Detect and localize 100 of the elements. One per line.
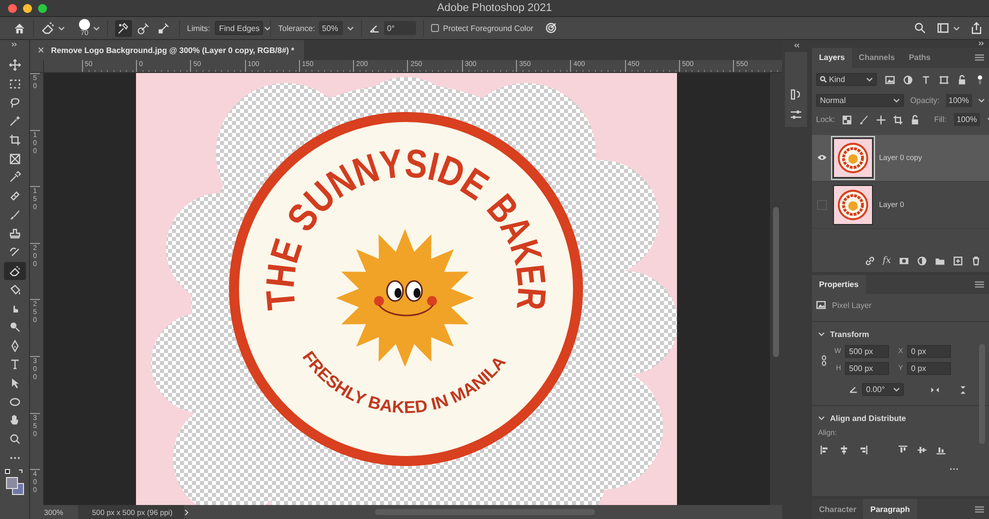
- workspace-button[interactable]: [936, 22, 960, 34]
- new-layer-icon[interactable]: [953, 256, 963, 266]
- eyedropper-icon: [157, 22, 170, 34]
- visibility-toggle[interactable]: [817, 152, 827, 163]
- angle-field[interactable]: 0°: [384, 21, 416, 35]
- flip-vertical-icon[interactable]: [958, 384, 968, 395]
- history-icon[interactable]: [790, 88, 802, 101]
- document-title: Remove Logo Background.jpg @ 300% (Layer 0 copy, RGB/8#) *: [51, 46, 294, 54]
- panel-tab[interactable]: Channels: [852, 48, 902, 68]
- align-bottom-icon[interactable]: [936, 445, 946, 456]
- align-left-icon[interactable]: [820, 445, 830, 456]
- scrollbar-thumb[interactable]: [979, 344, 985, 444]
- eyedropper-icon: [117, 22, 130, 34]
- home-button[interactable]: [13, 22, 26, 34]
- sampling-button[interactable]: [115, 20, 132, 36]
- type-icon[interactable]: [921, 74, 931, 85]
- maximize-button[interactable]: [38, 4, 47, 12]
- scrollbar-thumb[interactable]: [773, 207, 779, 357]
- caret-icon: [866, 77, 873, 82]
- close-button[interactable]: [8, 4, 17, 12]
- eraser-tool[interactable]: [4, 262, 26, 280]
- section-title: Align and Distribute: [830, 414, 906, 423]
- sliders-icon[interactable]: [790, 109, 802, 121]
- section-title: Transform: [830, 330, 870, 339]
- window-title: Adobe Photoshop 2021: [437, 2, 552, 14]
- opacity-field[interactable]: 100%: [946, 94, 972, 108]
- minimize-button[interactable]: [23, 4, 32, 12]
- align-right-icon[interactable]: [858, 445, 868, 456]
- swap-colors-icon: [4, 469, 24, 476]
- width-field[interactable]: 500 px: [845, 345, 889, 358]
- panel-tab[interactable]: Properties: [812, 274, 866, 294]
- share-icon[interactable]: [970, 22, 983, 34]
- lock-icon[interactable]: [957, 74, 967, 85]
- move-icon: [8, 59, 20, 72]
- dashed-rectangle-icon: [8, 78, 20, 90]
- adjustment-icon[interactable]: [917, 256, 927, 266]
- bandage-icon: [8, 190, 20, 202]
- mask-icon[interactable]: [899, 256, 909, 266]
- menu-icon: [975, 54, 984, 62]
- move-icon[interactable]: [876, 114, 886, 125]
- link-icon: [821, 354, 827, 366]
- opacity-label: Opacity:: [910, 96, 940, 106]
- half-circle-icon[interactable]: [903, 74, 913, 85]
- toggle-icon[interactable]: [975, 74, 985, 85]
- double-chevron-icon: [978, 41, 985, 46]
- align-middle-icon[interactable]: [917, 445, 927, 456]
- y-field[interactable]: 0 px: [907, 362, 951, 376]
- angle-icon: [369, 22, 380, 34]
- image-icon[interactable]: [885, 74, 895, 85]
- layer-type: Pixel Layer: [832, 300, 872, 310]
- link-icon[interactable]: [864, 256, 875, 266]
- frame-icon: [8, 152, 20, 165]
- search-icon[interactable]: [914, 22, 926, 34]
- eraser-icon: [41, 21, 55, 35]
- menu-icon: [975, 280, 984, 288]
- tolerance-dropdown[interactable]: [347, 26, 354, 30]
- home-icon: [13, 22, 26, 34]
- align-center-icon[interactable]: [839, 445, 849, 456]
- magic-wand-icon: [8, 115, 20, 128]
- stamp-icon: [8, 228, 20, 240]
- brush-icon[interactable]: [859, 114, 870, 125]
- chevron-down-icon[interactable]: [818, 414, 825, 422]
- flip-horizontal-icon[interactable]: [930, 384, 940, 395]
- rotation-field[interactable]: 0.00°: [862, 383, 904, 396]
- tolerance-field[interactable]: 50%: [319, 21, 344, 35]
- caret-icon: [893, 387, 900, 392]
- caret-icon: [93, 26, 100, 30]
- height-field[interactable]: 500 px: [845, 362, 889, 376]
- close-icon: [38, 47, 44, 53]
- double-chevron-icon: [792, 43, 800, 48]
- document-tab[interactable]: Remove Logo Background.jpg @ 300% (Layer 0 copy, RGB/8#) *: [30, 40, 304, 60]
- lock-label: Lock:: [816, 115, 836, 124]
- paint-bucket-icon: [8, 284, 20, 296]
- foreground-color-swatch[interactable]: [6, 477, 18, 490]
- panel-tab[interactable]: Paragraph: [863, 499, 917, 519]
- checkbox[interactable]: [431, 24, 440, 32]
- caret-icon: [347, 26, 354, 30]
- panel-tab[interactable]: Paths: [902, 48, 938, 68]
- effects-button[interactable]: fx: [882, 256, 891, 266]
- filter-dropdown[interactable]: Kind: [816, 73, 877, 86]
- panel-tab[interactable]: Layers: [812, 48, 852, 68]
- trash-icon[interactable]: [971, 256, 981, 266]
- fill-field[interactable]: 100%: [954, 113, 980, 126]
- crop-icon: [8, 134, 20, 146]
- chevron-down-icon[interactable]: [818, 330, 825, 338]
- lock-icon[interactable]: [910, 114, 920, 125]
- align-top-icon[interactable]: [898, 445, 908, 456]
- transform-icon[interactable]: [939, 74, 949, 85]
- ellipse-icon: [8, 396, 20, 408]
- pen-icon: [8, 340, 20, 352]
- checkerboard-icon[interactable]: [842, 114, 852, 125]
- tool-preset-picker[interactable]: [41, 21, 65, 35]
- x-field[interactable]: 0 px: [907, 345, 951, 358]
- artboard-icon[interactable]: [893, 114, 904, 125]
- layer-thumbnail: [833, 138, 873, 178]
- blend-mode-dropdown[interactable]: Normal: [816, 94, 904, 108]
- folder-icon[interactable]: [935, 256, 945, 266]
- caret-icon: [264, 26, 271, 30]
- image-icon: [816, 300, 826, 310]
- panel-tab[interactable]: Character: [812, 499, 864, 519]
